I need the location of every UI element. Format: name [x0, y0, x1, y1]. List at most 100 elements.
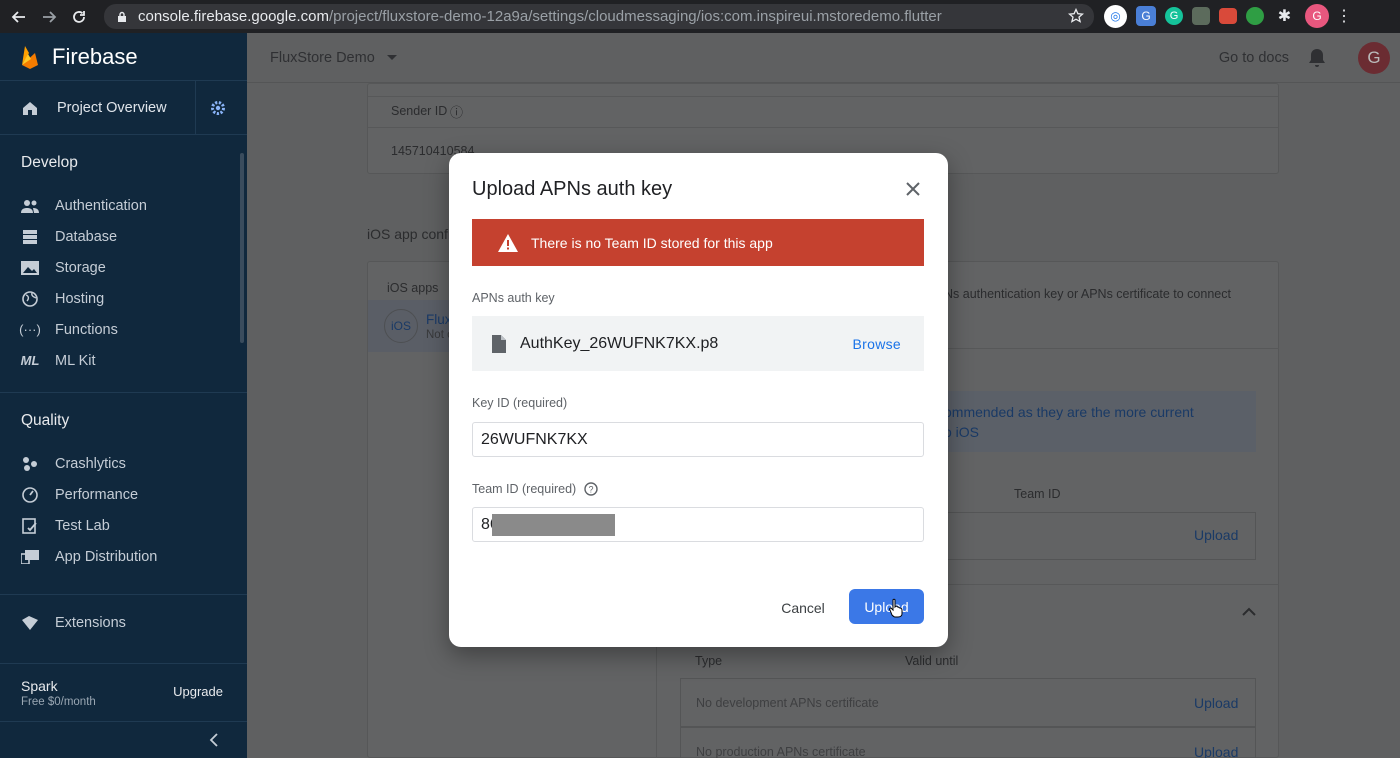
upload-auth-key-link[interactable]: Upload [1194, 527, 1238, 543]
sidebar-item-label: Database [55, 228, 118, 245]
redaction-block [492, 514, 615, 536]
chevron-up-icon[interactable] [1242, 607, 1256, 617]
extensions-puzzle-icon [21, 614, 39, 632]
url-path: /project/fluxstore-demo-12a9a/settings/c… [328, 8, 942, 25]
functions-icon: (···) [19, 322, 41, 337]
profile-avatar[interactable]: G [1305, 4, 1329, 28]
error-alert: There is no Team ID stored for this app [472, 219, 924, 266]
hand-cursor-icon [889, 598, 903, 618]
globe-icon [21, 290, 39, 308]
brand-name: Firebase [52, 43, 138, 69]
back-button[interactable] [4, 2, 34, 32]
settings-button[interactable] [195, 81, 239, 135]
ios-apps-label: iOS apps [387, 281, 439, 295]
sidebar-item-authentication[interactable]: Authentication [0, 190, 247, 221]
browser-menu-icon[interactable]: ⋮ [1336, 5, 1352, 28]
key-id-input[interactable] [472, 422, 924, 457]
sidebar-item-test-lab[interactable]: Test Lab [0, 510, 247, 541]
develop-section-title: Develop [21, 153, 78, 171]
upgrade-button[interactable]: Upgrade [173, 684, 223, 699]
sidebar-item-label: Extensions [55, 614, 126, 631]
upload-dev-cert-link[interactable]: Upload [1194, 695, 1238, 711]
screenshot-extension-icon[interactable] [1219, 8, 1237, 24]
cert-valid-header: Valid until [905, 654, 959, 668]
team-id-label-row: Team ID (required) ? [472, 482, 598, 496]
sidebar-item-database[interactable]: Database [0, 221, 247, 252]
home-icon [23, 101, 37, 115]
crashlytics-icon [21, 455, 39, 473]
file-picker: AuthKey_26WUFNK7KX.p8 Browse [472, 316, 924, 371]
auth-key-label: APNs auth key [472, 291, 555, 305]
browse-button[interactable]: Browse [853, 336, 901, 352]
chevron-down-icon [386, 55, 397, 60]
sidebar-scrollbar[interactable] [240, 153, 244, 343]
sidebar-item-label: Crashlytics [55, 455, 126, 472]
translate-extension-icon[interactable]: G [1136, 6, 1156, 26]
forward-button[interactable] [34, 2, 64, 32]
account-avatar[interactable]: G [1358, 42, 1390, 74]
help-circle-icon[interactable]: ? [584, 482, 598, 496]
reload-button[interactable] [64, 2, 94, 32]
sidebar-item-app-distribution[interactable]: App Distribution [0, 541, 247, 572]
url-host: console.firebase.google.com [138, 8, 329, 25]
app-name: Flux [426, 312, 452, 327]
ml-kit-icon: ML [20, 353, 40, 368]
chevron-left-icon [209, 733, 218, 747]
lock-icon [118, 11, 126, 22]
collapse-sidebar-button[interactable] [0, 721, 247, 758]
sidebar-item-label: App Distribution [55, 548, 158, 565]
paw-extension-icon[interactable]: ✱ [1273, 5, 1296, 28]
sidebar-item-label: Test Lab [55, 517, 110, 534]
sidebar-item-crashlytics[interactable]: Crashlytics [0, 448, 247, 479]
cancel-button[interactable]: Cancel [767, 591, 839, 625]
prod-cert-text: No production APNs certificate [696, 745, 866, 758]
grammarly-extension-icon[interactable]: G [1165, 7, 1183, 25]
console-topbar: FluxStore Demo Go to docs G [247, 33, 1400, 83]
apns-intro-text: Ns authentication key or APNs certificat… [944, 287, 1231, 301]
sync-extension-icon[interactable] [1246, 7, 1264, 25]
upload-prod-cert-link[interactable]: Upload [1194, 744, 1238, 758]
browser-toolbar: console.firebase.google.com/project/flux… [0, 0, 1400, 33]
selected-file-name: AuthKey_26WUFNK7KX.p8 [520, 334, 719, 352]
project-overview-label: Project Overview [57, 99, 167, 116]
upload-apns-dialog: Upload APNs auth key There is no Team ID… [449, 153, 948, 647]
sidebar-item-label: Performance [55, 486, 139, 503]
sidebar-item-storage[interactable]: Storage [0, 252, 247, 283]
checklist-icon [21, 517, 39, 535]
sidebar-item-ml-kit[interactable]: ML ML Kit [0, 345, 247, 376]
prod-cert-row: No production APNs certificate Upload [680, 727, 1256, 758]
key-id-label: Key ID (required) [472, 396, 568, 410]
firebase-flame-icon [22, 45, 38, 69]
help-circle-icon[interactable]: ⓘ [450, 102, 463, 121]
sidebar-item-label: Storage [55, 259, 106, 276]
extension-icon[interactable]: ◎ [1104, 4, 1127, 28]
address-bar[interactable]: console.firebase.google.com/project/flux… [104, 4, 1094, 29]
recommendation-line-2: o iOS [944, 424, 980, 440]
sidebar-item-functions[interactable]: (···) Functions [0, 314, 247, 345]
sidebar-item-extensions[interactable]: Extensions [0, 607, 247, 638]
sidebar-item-label: Functions [55, 321, 118, 338]
recommendation-line-1: ommended as they are the more current [944, 404, 1194, 420]
notifications-bell-icon[interactable] [1308, 48, 1326, 68]
project-overview-link[interactable]: Project Overview [0, 81, 247, 135]
sidebar-item-performance[interactable]: Performance [0, 479, 247, 510]
warning-icon [498, 233, 518, 252]
extensions-area: ◎ G G ✱ G ⋮ [1104, 4, 1352, 28]
project-selector[interactable]: FluxStore Demo [270, 50, 375, 66]
back-arrow-icon [11, 10, 25, 23]
puzzle-extension-icon[interactable] [1192, 7, 1210, 25]
reload-icon [73, 10, 85, 23]
forward-arrow-icon [43, 10, 57, 23]
svg-text:?: ? [589, 485, 594, 495]
alert-message: There is no Team ID stored for this app [531, 234, 773, 251]
close-dialog-button[interactable] [902, 178, 924, 200]
upload-button[interactable]: Upload [849, 589, 924, 624]
team-id-column-header: Team ID [1014, 487, 1061, 501]
firebase-logo[interactable]: Firebase [0, 33, 247, 81]
card-divider [368, 127, 1278, 128]
people-icon [21, 197, 39, 215]
sidebar-item-hosting[interactable]: Hosting [0, 283, 247, 314]
bookmark-star-icon[interactable] [1068, 8, 1084, 24]
go-to-docs-link[interactable]: Go to docs [1219, 50, 1289, 66]
close-icon [906, 182, 920, 196]
